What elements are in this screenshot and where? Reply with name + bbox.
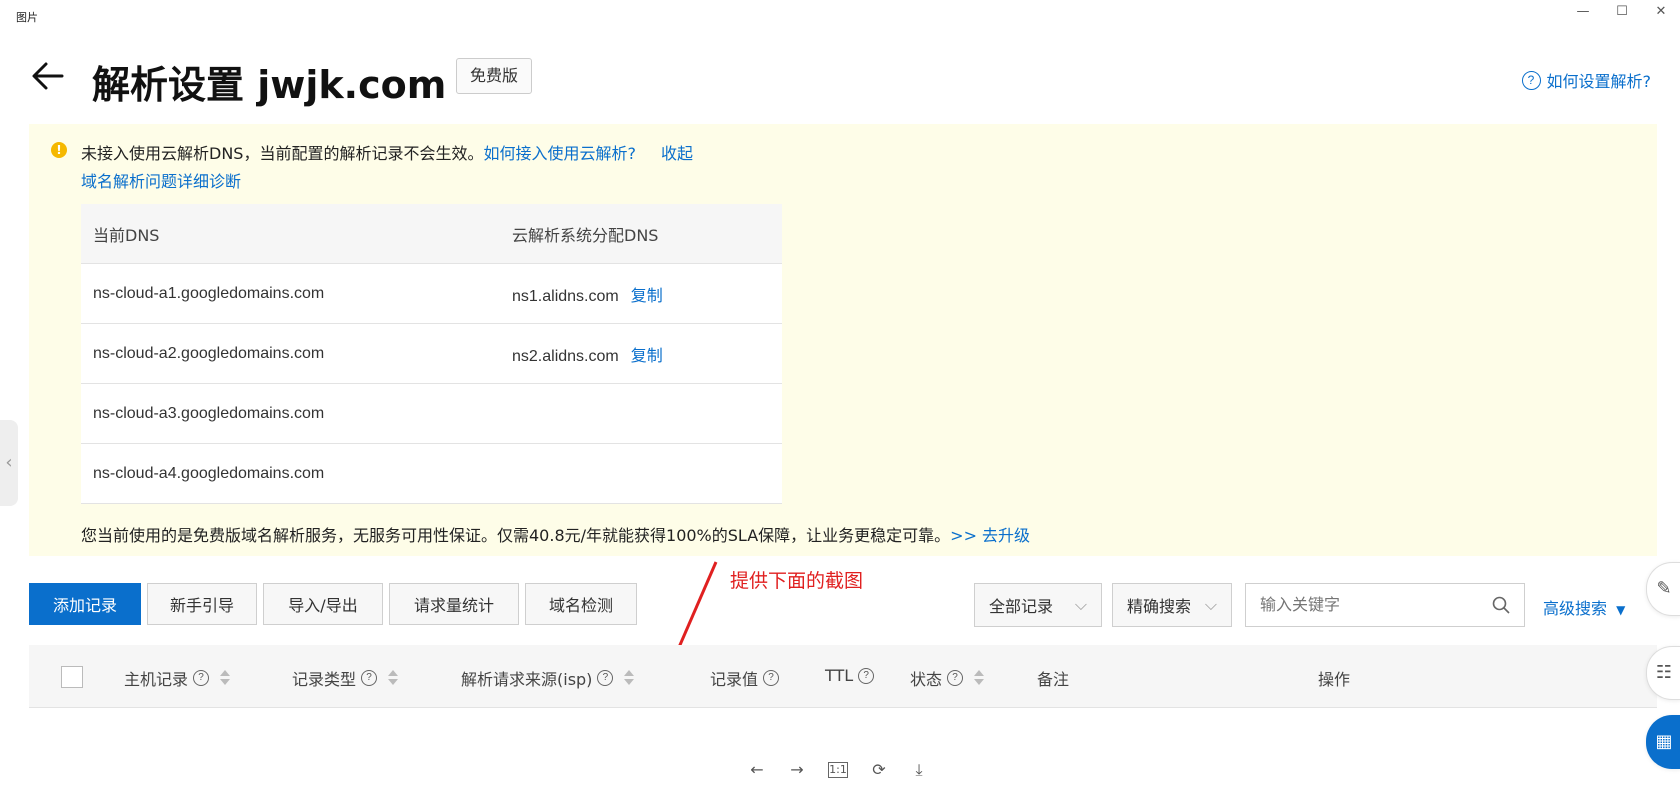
table-row: ns-cloud-a1.googledomains.com ns1.alidns… <box>81 263 782 324</box>
chevron-down-icon: ⌵ <box>1074 595 1087 614</box>
assigned-dns-cell: ns2.alidns.com 复制 <box>500 323 782 384</box>
question-icon[interactable]: ? <box>763 670 780 686</box>
col-ttl-label: TTL <box>825 666 854 685</box>
how-to-connect-link[interactable]: 如何接入使用云解析? <box>483 144 636 163</box>
diagnose-link[interactable]: 域名解析问题详细诊断 <box>81 168 241 192</box>
col-remark: 备注 <box>1037 670 1070 689</box>
add-record-button[interactable]: 添加记录 <box>29 583 141 625</box>
advanced-search-label: 高级搜索 <box>1543 599 1608 618</box>
search-mode-value: 精确搜索 <box>1127 597 1192 616</box>
upgrade-link[interactable]: >> 去升级 <box>950 526 1030 545</box>
close-button[interactable]: ✕ <box>1651 4 1671 20</box>
col-isp-label: 解析请求来源(isp) <box>461 670 593 689</box>
actual-size-icon[interactable]: 1:1 <box>828 762 848 778</box>
viewer-toolbar: ← → 1:1 ⟳ ⤓ <box>748 760 928 780</box>
dns-table-header-current: 当前DNS <box>81 204 500 264</box>
help-link[interactable]: ? 如何设置解析? <box>1521 68 1652 92</box>
dns-table: 当前DNS 云解析系统分配DNS ns-cloud-a1.googledomai… <box>81 204 782 504</box>
sort-icon[interactable] <box>220 669 231 687</box>
col-type[interactable]: 记录类型 ? <box>292 666 399 690</box>
assigned-dns-cell: ns1.alidns.com 复制 <box>500 263 782 324</box>
col-action: 操作 <box>1318 670 1351 689</box>
edit-icon[interactable]: ✎ <box>1646 562 1680 616</box>
notice-text: 未接入使用云解析DNS，当前配置的解析记录不会生效。 <box>81 144 484 163</box>
rotate-icon[interactable]: ⟳ <box>870 760 888 780</box>
sort-icon[interactable] <box>388 669 399 687</box>
apps-icon[interactable]: ▦ <box>1646 715 1680 769</box>
annotation-text: 提供下面的截图 <box>730 570 864 592</box>
table-row: ns-cloud-a2.googledomains.com ns2.alidns… <box>81 323 782 384</box>
assigned-dns-cell <box>500 383 782 444</box>
warning-icon: ! <box>51 142 67 158</box>
col-type-label: 记录类型 <box>292 670 357 689</box>
assigned-dns-value: ns2.alidns.com <box>512 347 619 365</box>
current-dns-cell: ns-cloud-a2.googledomains.com <box>81 323 500 384</box>
current-dns-cell: ns-cloud-a3.googledomains.com <box>81 383 500 444</box>
table-row: ns-cloud-a4.googledomains.com <box>81 443 782 504</box>
chevron-down-icon: ⌵ <box>1204 595 1217 614</box>
sort-icon[interactable] <box>624 669 635 687</box>
col-status[interactable]: 状态 ? <box>910 666 985 690</box>
domain-check-button[interactable]: 域名检测 <box>525 583 637 625</box>
records-toolbar: 添加记录 新手引导 导入/导出 请求量统计 域名检测 <box>29 583 637 627</box>
assigned-dns-cell <box>500 443 782 504</box>
question-icon[interactable]: ? <box>193 670 210 686</box>
record-filter-value: 全部记录 <box>989 597 1054 616</box>
dns-table-header-assigned: 云解析系统分配DNS <box>500 204 782 264</box>
upgrade-notice-text: 您当前使用的是免费版域名解析服务，无服务可用性保证。仅需40.8元/年就能获得1… <box>81 526 951 545</box>
table-row: ns-cloud-a3.googledomains.com <box>81 383 782 444</box>
search-mode-select[interactable]: 精确搜索 ⌵ <box>1112 583 1232 627</box>
search-input[interactable] <box>1246 584 1494 624</box>
dns-notice-panel: ! 未接入使用云解析DNS，当前配置的解析记录不会生效。如何接入使用云解析? 收… <box>29 124 1657 556</box>
search-box <box>1245 583 1525 627</box>
help-link-label: 如何设置解析? <box>1546 72 1652 91</box>
maximize-button[interactable]: ☐ <box>1612 4 1632 20</box>
question-icon: ? <box>1521 70 1541 90</box>
window-title: 图片 <box>16 11 38 24</box>
sort-icon[interactable] <box>974 669 985 687</box>
col-ttl: TTL ? <box>825 666 875 685</box>
upgrade-notice: 您当前使用的是免费版域名解析服务，无服务可用性保证。仅需40.8元/年就能获得1… <box>81 522 1030 546</box>
caret-down-icon: ▼ <box>1616 603 1626 617</box>
question-icon[interactable]: ? <box>858 667 875 684</box>
record-filter-select[interactable]: 全部记录 ⌵ <box>974 583 1102 627</box>
back-arrow-icon[interactable] <box>30 58 66 94</box>
minimize-button[interactable]: — <box>1573 4 1593 20</box>
col-value-label: 记录值 <box>710 670 759 689</box>
col-isp[interactable]: 解析请求来源(isp) ? <box>461 666 635 690</box>
assigned-dns-value: ns1.alidns.com <box>512 287 619 305</box>
copy-link[interactable]: 复制 <box>631 288 663 305</box>
advanced-search-link[interactable]: 高级搜索 ▼ <box>1543 595 1625 619</box>
col-host-label: 主机记录 <box>124 670 189 689</box>
question-icon[interactable]: ? <box>361 670 378 686</box>
search-icon[interactable] <box>1492 596 1510 614</box>
notice-message: 未接入使用云解析DNS，当前配置的解析记录不会生效。如何接入使用云解析? 收起 <box>81 140 693 164</box>
select-all-checkbox[interactable] <box>61 666 83 688</box>
previous-icon[interactable]: ← <box>748 760 766 780</box>
copy-link[interactable]: 复制 <box>631 348 663 365</box>
current-dns-cell: ns-cloud-a4.googledomains.com <box>81 443 500 504</box>
col-host[interactable]: 主机记录 ? <box>124 666 231 690</box>
next-icon[interactable]: → <box>788 760 806 780</box>
download-icon[interactable]: ⤓ <box>910 760 928 780</box>
request-stats-button[interactable]: 请求量统计 <box>389 583 519 625</box>
collapse-link[interactable]: 收起 <box>661 144 693 163</box>
collapse-sidebar-icon[interactable]: ‹ <box>0 420 18 506</box>
edition-badge: 免费版 <box>456 58 532 94</box>
col-value: 记录值 ? <box>710 666 780 690</box>
import-export-button[interactable]: 导入/导出 <box>263 583 383 625</box>
page-title: 解析设置 jwjk.com <box>92 63 447 107</box>
records-table-header: 主机记录 ? 记录类型 ? 解析请求来源(isp) ? 记录值 ? TTL ? … <box>29 645 1657 708</box>
question-icon[interactable]: ? <box>947 670 964 686</box>
current-dns-cell: ns-cloud-a1.googledomains.com <box>81 263 500 324</box>
col-status-label: 状态 <box>910 670 943 689</box>
question-icon[interactable]: ? <box>597 670 614 686</box>
guide-button[interactable]: 新手引导 <box>147 583 257 625</box>
